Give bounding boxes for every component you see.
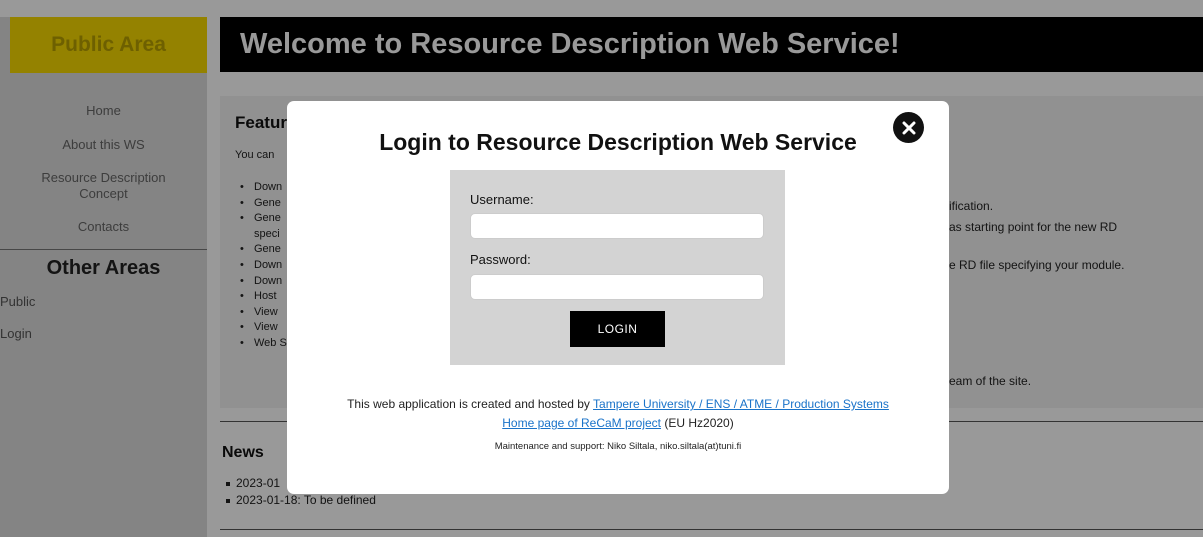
credit-line: This web application is created and host… [287, 397, 949, 411]
maintenance-text: Maintenance and support: Niko Siltala, n… [494, 441, 742, 452]
password-label: Password: [470, 252, 531, 267]
credit-prefix: This web application is created and host… [347, 397, 594, 411]
close-button[interactable] [893, 112, 924, 143]
modal-title: Login to Resource Description Web Servic… [379, 129, 857, 155]
homepage-suffix: (EU Hz2020) [661, 416, 734, 430]
university-link[interactable]: Tampere University / ENS / ATME / Produc… [593, 397, 889, 411]
password-input[interactable] [470, 274, 764, 300]
homepage-line: Home page of ReCaM project (EU Hz2020) [287, 416, 949, 430]
username-input[interactable] [470, 213, 764, 239]
login-modal: Login to Resource Description Web Servic… [287, 101, 949, 494]
login-form: Username: Password: LOGIN [450, 170, 785, 365]
username-label: Username: [470, 192, 534, 207]
homepage-link[interactable]: Home page of ReCaM project [502, 416, 661, 430]
login-button[interactable]: LOGIN [570, 311, 665, 347]
close-icon [902, 121, 915, 134]
